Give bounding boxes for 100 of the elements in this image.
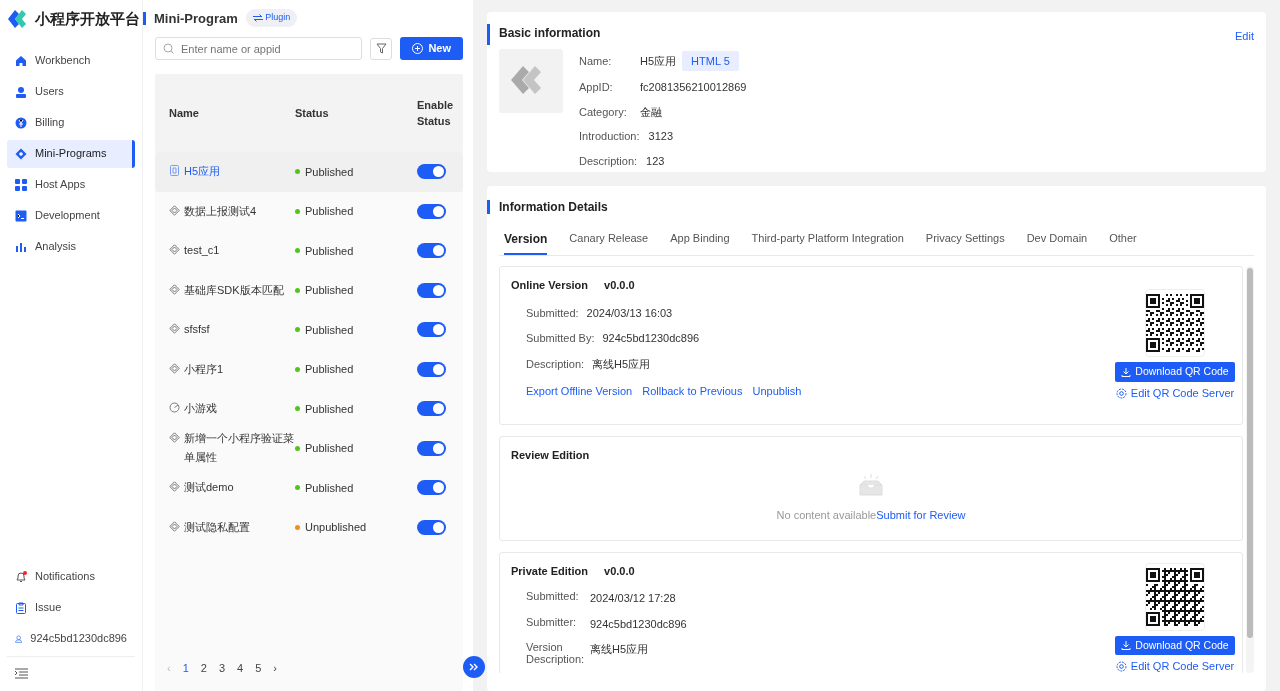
- edit-server-link[interactable]: Edit QR Code Server: [1115, 384, 1235, 402]
- next-page-button[interactable]: ›: [267, 659, 283, 677]
- user-icon: [15, 632, 23, 645]
- filter-button[interactable]: [370, 37, 393, 60]
- page-number[interactable]: 2: [194, 659, 213, 677]
- new-button[interactable]: New: [400, 37, 463, 60]
- table-row[interactable]: H5应用 Published: [155, 152, 463, 192]
- field-value: 离线H5应用: [592, 356, 651, 372]
- status-text: Published: [305, 243, 354, 259]
- download-button[interactable]: Download QR Code: [1115, 635, 1235, 656]
- bar-chart-icon: [15, 240, 27, 253]
- table-row[interactable]: 基础库SDK版本匹配 Published: [155, 270, 463, 310]
- type-tag: HTML 5: [682, 50, 739, 71]
- chevrons-icon: [469, 663, 479, 671]
- scrollbar[interactable]: [1246, 266, 1254, 673]
- table-row[interactable]: 测试demo Published: [155, 468, 463, 508]
- page-number[interactable]: 4: [231, 659, 250, 677]
- download-icon: [1121, 366, 1132, 377]
- toggle-switch[interactable]: [417, 519, 446, 535]
- panel-title: Review Edition: [511, 447, 590, 463]
- table-row[interactable]: 小程序1 Published: [155, 349, 463, 389]
- page-number[interactable]: 1: [176, 659, 195, 677]
- settings-icon: [1115, 661, 1127, 672]
- version-text: v0.0.0: [604, 278, 635, 293]
- app-name[interactable]: test_c1: [184, 241, 295, 261]
- toggle-switch[interactable]: [417, 164, 446, 180]
- submit-review-link[interactable]: Submit for Review: [876, 507, 966, 524]
- nav-item[interactable]: Users: [7, 77, 135, 106]
- table-row[interactable]: test_c1 Published: [155, 231, 463, 271]
- app-name[interactable]: H5应用: [184, 162, 295, 182]
- action-link[interactable]: Export Offline Version: [526, 383, 633, 400]
- tab[interactable]: Other: [1109, 224, 1137, 255]
- collapse-menu-icon[interactable]: [15, 668, 28, 680]
- add-icon: [412, 43, 424, 54]
- filter-icon: [375, 43, 387, 54]
- field-value: 2024/03/12 17:28: [590, 591, 676, 606]
- expand-button[interactable]: [463, 656, 485, 678]
- table-row[interactable]: 数据上报测试4 Published: [155, 191, 463, 231]
- panel-title: Private Edition: [511, 563, 589, 579]
- status-text: Published: [305, 204, 354, 219]
- app-name[interactable]: sfsfsf: [184, 320, 295, 340]
- tab[interactable]: App Binding: [670, 224, 730, 255]
- toggle-switch[interactable]: [417, 322, 446, 338]
- nav-item[interactable]: 924c5bd1230dc896: [7, 624, 135, 653]
- search-field[interactable]: Enter name or appid: [155, 37, 363, 60]
- field-label: Submitted:: [526, 590, 580, 604]
- toggle-switch[interactable]: [417, 401, 446, 417]
- field-label: Submitted By:: [526, 331, 595, 346]
- page-number[interactable]: 5: [249, 659, 268, 677]
- nav-item[interactable]: Analysis: [7, 232, 135, 261]
- tab[interactable]: Canary Release: [569, 224, 649, 255]
- tab[interactable]: Third-party Platform Integration: [751, 224, 904, 255]
- app-name[interactable]: 基础库SDK版本匹配: [184, 280, 295, 300]
- toggle-switch[interactable]: [417, 203, 446, 219]
- clipboard-icon: [15, 601, 27, 614]
- tab[interactable]: Dev Domain: [1026, 224, 1088, 255]
- diamond-icon: [169, 432, 180, 444]
- nav-item[interactable]: Mini-Programs: [7, 139, 135, 168]
- nav-item[interactable]: Notifications: [7, 562, 135, 591]
- nav-item[interactable]: Development: [7, 201, 135, 230]
- table-row[interactable]: 小游戏 Published: [155, 389, 463, 429]
- app-name[interactable]: 测试demo: [184, 478, 295, 498]
- nav-item[interactable]: Host Apps: [7, 170, 135, 199]
- app-name[interactable]: 小游戏: [184, 399, 295, 419]
- edit-server-link[interactable]: Edit QR Code Server: [1115, 658, 1235, 673]
- action-link[interactable]: Unpublish: [752, 383, 802, 400]
- app-name[interactable]: 小程序1: [184, 359, 295, 379]
- edit-link[interactable]: Edit: [1235, 28, 1254, 45]
- toggle-switch[interactable]: [417, 243, 446, 259]
- app-logo: [499, 48, 563, 113]
- download-button[interactable]: Download QR Code: [1115, 362, 1235, 382]
- grid-icon: [15, 178, 27, 191]
- status-text: Published: [305, 283, 354, 298]
- terminal-icon: [15, 209, 27, 222]
- plugin-tag[interactable]: Plugin: [245, 9, 298, 27]
- coin-icon: [15, 116, 27, 129]
- section-title: Basic information: [487, 24, 601, 45]
- app-name[interactable]: 数据上报测试4: [184, 201, 295, 221]
- toggle-switch[interactable]: [417, 282, 446, 298]
- app-name[interactable]: 新增一个小程序验证菜单属性: [184, 429, 295, 468]
- home-icon: [15, 54, 27, 67]
- table-row[interactable]: 新增一个小程序验证菜单属性 Published: [155, 428, 463, 468]
- swap-icon: [252, 13, 263, 22]
- toggle-switch[interactable]: [417, 480, 446, 496]
- field-label: Description:: [579, 153, 638, 169]
- table-row[interactable]: 测试隐私配置 Unpublished: [155, 507, 463, 547]
- toggle-switch[interactable]: [417, 361, 446, 377]
- nav-item[interactable]: Workbench: [7, 46, 135, 75]
- page-number[interactable]: 3: [212, 659, 232, 677]
- tab[interactable]: Privacy Settings: [925, 224, 1005, 255]
- settings-icon: [1115, 387, 1127, 399]
- table-row[interactable]: sfsfsf Published: [155, 310, 463, 350]
- tab[interactable]: Version: [504, 224, 548, 255]
- empty-message: No content available: [776, 508, 877, 523]
- action-link[interactable]: Rollback to Previous: [642, 383, 743, 400]
- nav-item[interactable]: Billing: [7, 108, 135, 137]
- toggle-switch[interactable]: [417, 440, 446, 456]
- app-name[interactable]: 测试隐私配置: [184, 517, 295, 537]
- version-text: v0.0.0: [604, 563, 635, 579]
- nav-item[interactable]: Issue: [7, 593, 135, 622]
